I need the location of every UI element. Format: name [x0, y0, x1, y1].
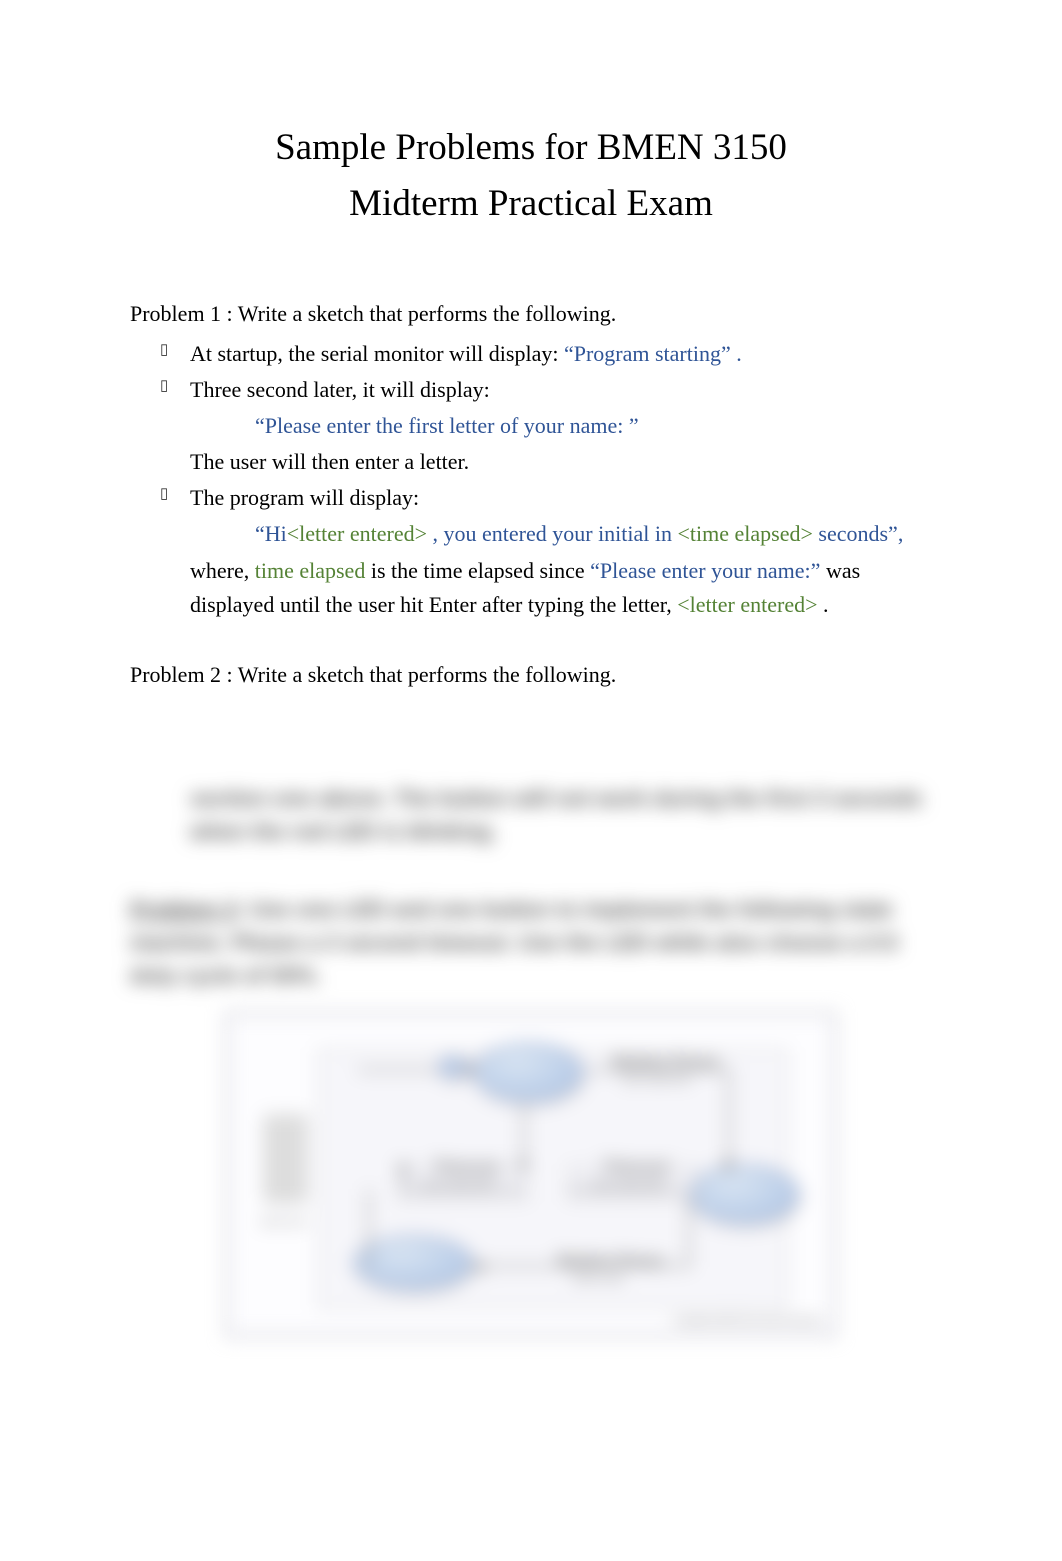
bullet-2-subline: “Please enter the first letter of your n… [130, 409, 932, 443]
bullet-3-letter: <letter entered> [287, 521, 433, 546]
bullet-1-quote: “Program starting” . [564, 341, 742, 366]
arrow-init-to-off [358, 1069, 438, 1071]
state-on [689, 1164, 799, 1224]
diagram-side-label [263, 1114, 308, 1204]
bullet-3-open: “Hi [255, 521, 287, 546]
problem-2-heading: Problem 2 : Write a sketch that performs… [130, 662, 932, 688]
where-prompt: “Please enter your name:” [590, 558, 826, 583]
state-off [473, 1042, 583, 1102]
title-line-2: Midterm Practical Exam [130, 176, 932, 232]
label-button-press-top-sub: turn LED ON [623, 1072, 689, 1089]
bullet-3-where: where, time elapsed is the time elapsed … [130, 554, 932, 622]
where-letter: <letter entered> [677, 592, 823, 617]
diagram-side-sublabel: xxxx xxx [260, 1214, 310, 1231]
where-mid: is the time elapsed since [371, 558, 590, 583]
arrow-on-down [688, 1197, 690, 1267]
arrow-blink-up [368, 1189, 370, 1269]
blurred-preview: section one above. The button will not w… [130, 782, 932, 1337]
bullet-1-text: At startup, the serial monitor will disp… [190, 341, 564, 366]
state-machine-diagram: xxxx xxx Button Press turn LED ON Timeou… [226, 1012, 836, 1337]
page-title: Sample Problems for BMEN 3150 Midterm Pr… [130, 120, 932, 231]
arrowhead-init [463, 1063, 473, 1075]
box-timeout-left [398, 1166, 528, 1201]
arrow-down-to-on [728, 1069, 730, 1164]
bullet-2: Three second later, it will display: [160, 373, 932, 407]
bullet-2-followup: The user will then enter a letter. [130, 445, 932, 479]
where-period: . [823, 592, 829, 617]
box-timeout-right [568, 1166, 698, 1201]
arrow-top-right [588, 1069, 728, 1071]
arrowhead-on-in [722, 1162, 734, 1172]
problem-1-heading: Problem 1 : Write a sketch that performs… [130, 301, 932, 327]
bullet-2-text: Three second later, it will display: [190, 377, 490, 402]
bullet-3: The program will display: [160, 481, 932, 515]
label-button-press-bottom: Button Press [558, 1248, 664, 1274]
bullet-3-end: seconds”, [818, 521, 903, 546]
blurred-line-2: Problem 3: Use one LED and one button to… [130, 893, 932, 992]
title-line-1: Sample Problems for BMEN 3150 [130, 120, 932, 176]
problem-1-bullets-cont: The program will display: [130, 481, 932, 515]
problem-1-bullets: At startup, the serial monitor will disp… [130, 337, 932, 407]
bullet-2-quote: “Please enter the first letter of your n… [255, 413, 639, 438]
label-button-press-bottom-sub: blink LED [573, 1271, 624, 1288]
bullet-1: At startup, the serial monitor will disp… [160, 337, 932, 371]
bullet-3-time: <time elapsed> [678, 521, 819, 546]
where-pre: where, [190, 558, 255, 583]
bullet-3-mid: , you entered your initial in [433, 521, 678, 546]
bullet-3-subline: “Hi<letter entered> , you entered your i… [130, 517, 932, 551]
where-time-elapsed: time elapsed [255, 558, 371, 583]
bullet-3-text: The program will display: [190, 485, 419, 510]
arrow-off-down [523, 1104, 525, 1164]
blurred-line-1: section one above. The button will not w… [130, 782, 932, 848]
arrowhead-to-blink [473, 1261, 483, 1273]
arrow-bottom [478, 1265, 688, 1267]
diagram-footer-label: created with the trial version [673, 1313, 822, 1330]
state-blink [353, 1235, 473, 1290]
